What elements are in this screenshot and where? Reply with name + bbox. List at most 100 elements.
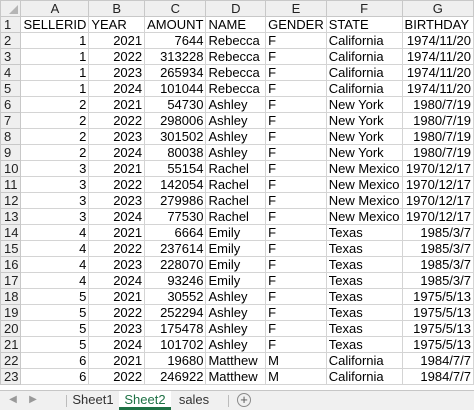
cell-c10[interactable]: 55154 (144, 160, 207, 177)
cell-c3[interactable]: 313228 (144, 48, 207, 65)
cell-a9[interactable]: 2 (20, 144, 90, 161)
cell-d3[interactable]: Rebecca (205, 48, 267, 65)
cell-b21[interactable]: 2024 (88, 336, 146, 353)
cell-g6[interactable]: 1980/7/19 (401, 96, 474, 113)
column-header-g[interactable]: G (401, 0, 474, 17)
cell-c23[interactable]: 246922 (144, 368, 207, 385)
cell-b22[interactable]: 2021 (88, 352, 146, 369)
cell-f9[interactable]: New York (325, 144, 403, 161)
cell-a4[interactable]: 1 (20, 64, 90, 81)
cell-a10[interactable]: 3 (20, 160, 90, 177)
cell-f5[interactable]: California (325, 80, 403, 97)
cell-a11[interactable]: 3 (20, 176, 90, 193)
cell-f20[interactable]: Texas (325, 320, 403, 337)
cell-c17[interactable]: 93246 (144, 272, 207, 289)
cell-e21[interactable]: F (265, 336, 327, 353)
cell-a6[interactable]: 2 (20, 96, 90, 113)
cell-g10[interactable]: 1970/12/17 (401, 160, 474, 177)
cell-f17[interactable]: Texas (325, 272, 403, 289)
cell-b11[interactable]: 2022 (88, 176, 146, 193)
row-header[interactable]: 21 (0, 336, 22, 353)
cell-g7[interactable]: 1980/7/19 (401, 112, 474, 129)
cell-c16[interactable]: 228070 (144, 256, 207, 273)
cell-g19[interactable]: 1975/5/13 (401, 304, 474, 321)
cell-c15[interactable]: 237614 (144, 240, 207, 257)
tab-sales[interactable]: sales (172, 391, 216, 410)
cell-d10[interactable]: Rachel (205, 160, 267, 177)
cell-b4[interactable]: 2023 (88, 64, 146, 81)
cell-b1[interactable]: YEAR (88, 16, 146, 33)
cell-e13[interactable]: F (265, 208, 327, 225)
cell-a15[interactable]: 4 (20, 240, 90, 257)
cell-b15[interactable]: 2022 (88, 240, 146, 257)
cell-b6[interactable]: 2021 (88, 96, 146, 113)
cell-e2[interactable]: F (265, 32, 327, 49)
column-header-b[interactable]: B (88, 0, 146, 17)
cell-d12[interactable]: Rachel (205, 192, 267, 209)
cell-a16[interactable]: 4 (20, 256, 90, 273)
cell-e11[interactable]: F (265, 176, 327, 193)
row-header[interactable]: 10 (0, 160, 22, 177)
prev-sheet-icon[interactable]: ◀ (6, 393, 20, 407)
cell-g14[interactable]: 1985/3/7 (401, 224, 474, 241)
cell-c14[interactable]: 6664 (144, 224, 207, 241)
cell-f19[interactable]: Texas (325, 304, 403, 321)
cell-e19[interactable]: F (265, 304, 327, 321)
cell-c8[interactable]: 301502 (144, 128, 207, 145)
cell-c11[interactable]: 142054 (144, 176, 207, 193)
cell-d8[interactable]: Ashley (205, 128, 267, 145)
cell-d5[interactable]: Rebecca (205, 80, 267, 97)
cell-d21[interactable]: Ashley (205, 336, 267, 353)
cell-b13[interactable]: 2024 (88, 208, 146, 225)
cell-a7[interactable]: 2 (20, 112, 90, 129)
cell-c4[interactable]: 265934 (144, 64, 207, 81)
cell-a21[interactable]: 5 (20, 336, 90, 353)
cell-b2[interactable]: 2021 (88, 32, 146, 49)
cell-c1[interactable]: AMOUNT (144, 16, 207, 33)
cell-d22[interactable]: Matthew (205, 352, 267, 369)
cell-d13[interactable]: Rachel (205, 208, 267, 225)
row-header[interactable]: 19 (0, 304, 22, 321)
cell-g12[interactable]: 1970/12/17 (401, 192, 474, 209)
row-header[interactable]: 17 (0, 272, 22, 289)
cell-c2[interactable]: 7644 (144, 32, 207, 49)
row-header[interactable]: 20 (0, 320, 22, 337)
cell-c21[interactable]: 101702 (144, 336, 207, 353)
cell-a1[interactable]: SELLERID (20, 16, 90, 33)
spreadsheet-table[interactable]: ABCDEFG 1 SELLERID YEAR AMOUNT NAME GENDER STA… (0, 0, 474, 385)
row-header[interactable]: 12 (0, 192, 22, 209)
cell-d7[interactable]: Ashley (205, 112, 267, 129)
row-header[interactable]: 11 (0, 176, 22, 193)
cell-g5[interactable]: 1974/11/20 (401, 80, 474, 97)
cell-d20[interactable]: Ashley (205, 320, 267, 337)
cell-f15[interactable]: Texas (325, 240, 403, 257)
cell-d1[interactable]: NAME (205, 16, 267, 33)
cell-b7[interactable]: 2022 (88, 112, 146, 129)
cell-f16[interactable]: Texas (325, 256, 403, 273)
cell-g8[interactable]: 1980/7/19 (401, 128, 474, 145)
next-sheet-icon[interactable]: ▶ (26, 393, 40, 407)
cell-a12[interactable]: 3 (20, 192, 90, 209)
cell-f14[interactable]: Texas (325, 224, 403, 241)
cell-f23[interactable]: California (325, 368, 403, 385)
cell-a18[interactable]: 5 (20, 288, 90, 305)
cell-d23[interactable]: Matthew (205, 368, 267, 385)
cell-e22[interactable]: M (265, 352, 327, 369)
cell-b10[interactable]: 2021 (88, 160, 146, 177)
cell-e3[interactable]: F (265, 48, 327, 65)
cell-c13[interactable]: 77530 (144, 208, 207, 225)
cell-d18[interactable]: Ashley (205, 288, 267, 305)
cell-a3[interactable]: 1 (20, 48, 90, 65)
cell-g11[interactable]: 1970/12/17 (401, 176, 474, 193)
cell-c19[interactable]: 252294 (144, 304, 207, 321)
cell-e8[interactable]: F (265, 128, 327, 145)
cell-g16[interactable]: 1985/3/7 (401, 256, 474, 273)
cell-e18[interactable]: F (265, 288, 327, 305)
cell-g2[interactable]: 1974/11/20 (401, 32, 474, 49)
cell-d6[interactable]: Ashley (205, 96, 267, 113)
cell-e9[interactable]: F (265, 144, 327, 161)
cell-c18[interactable]: 30552 (144, 288, 207, 305)
cell-e4[interactable]: F (265, 64, 327, 81)
cell-b17[interactable]: 2024 (88, 272, 146, 289)
cell-e17[interactable]: F (265, 272, 327, 289)
